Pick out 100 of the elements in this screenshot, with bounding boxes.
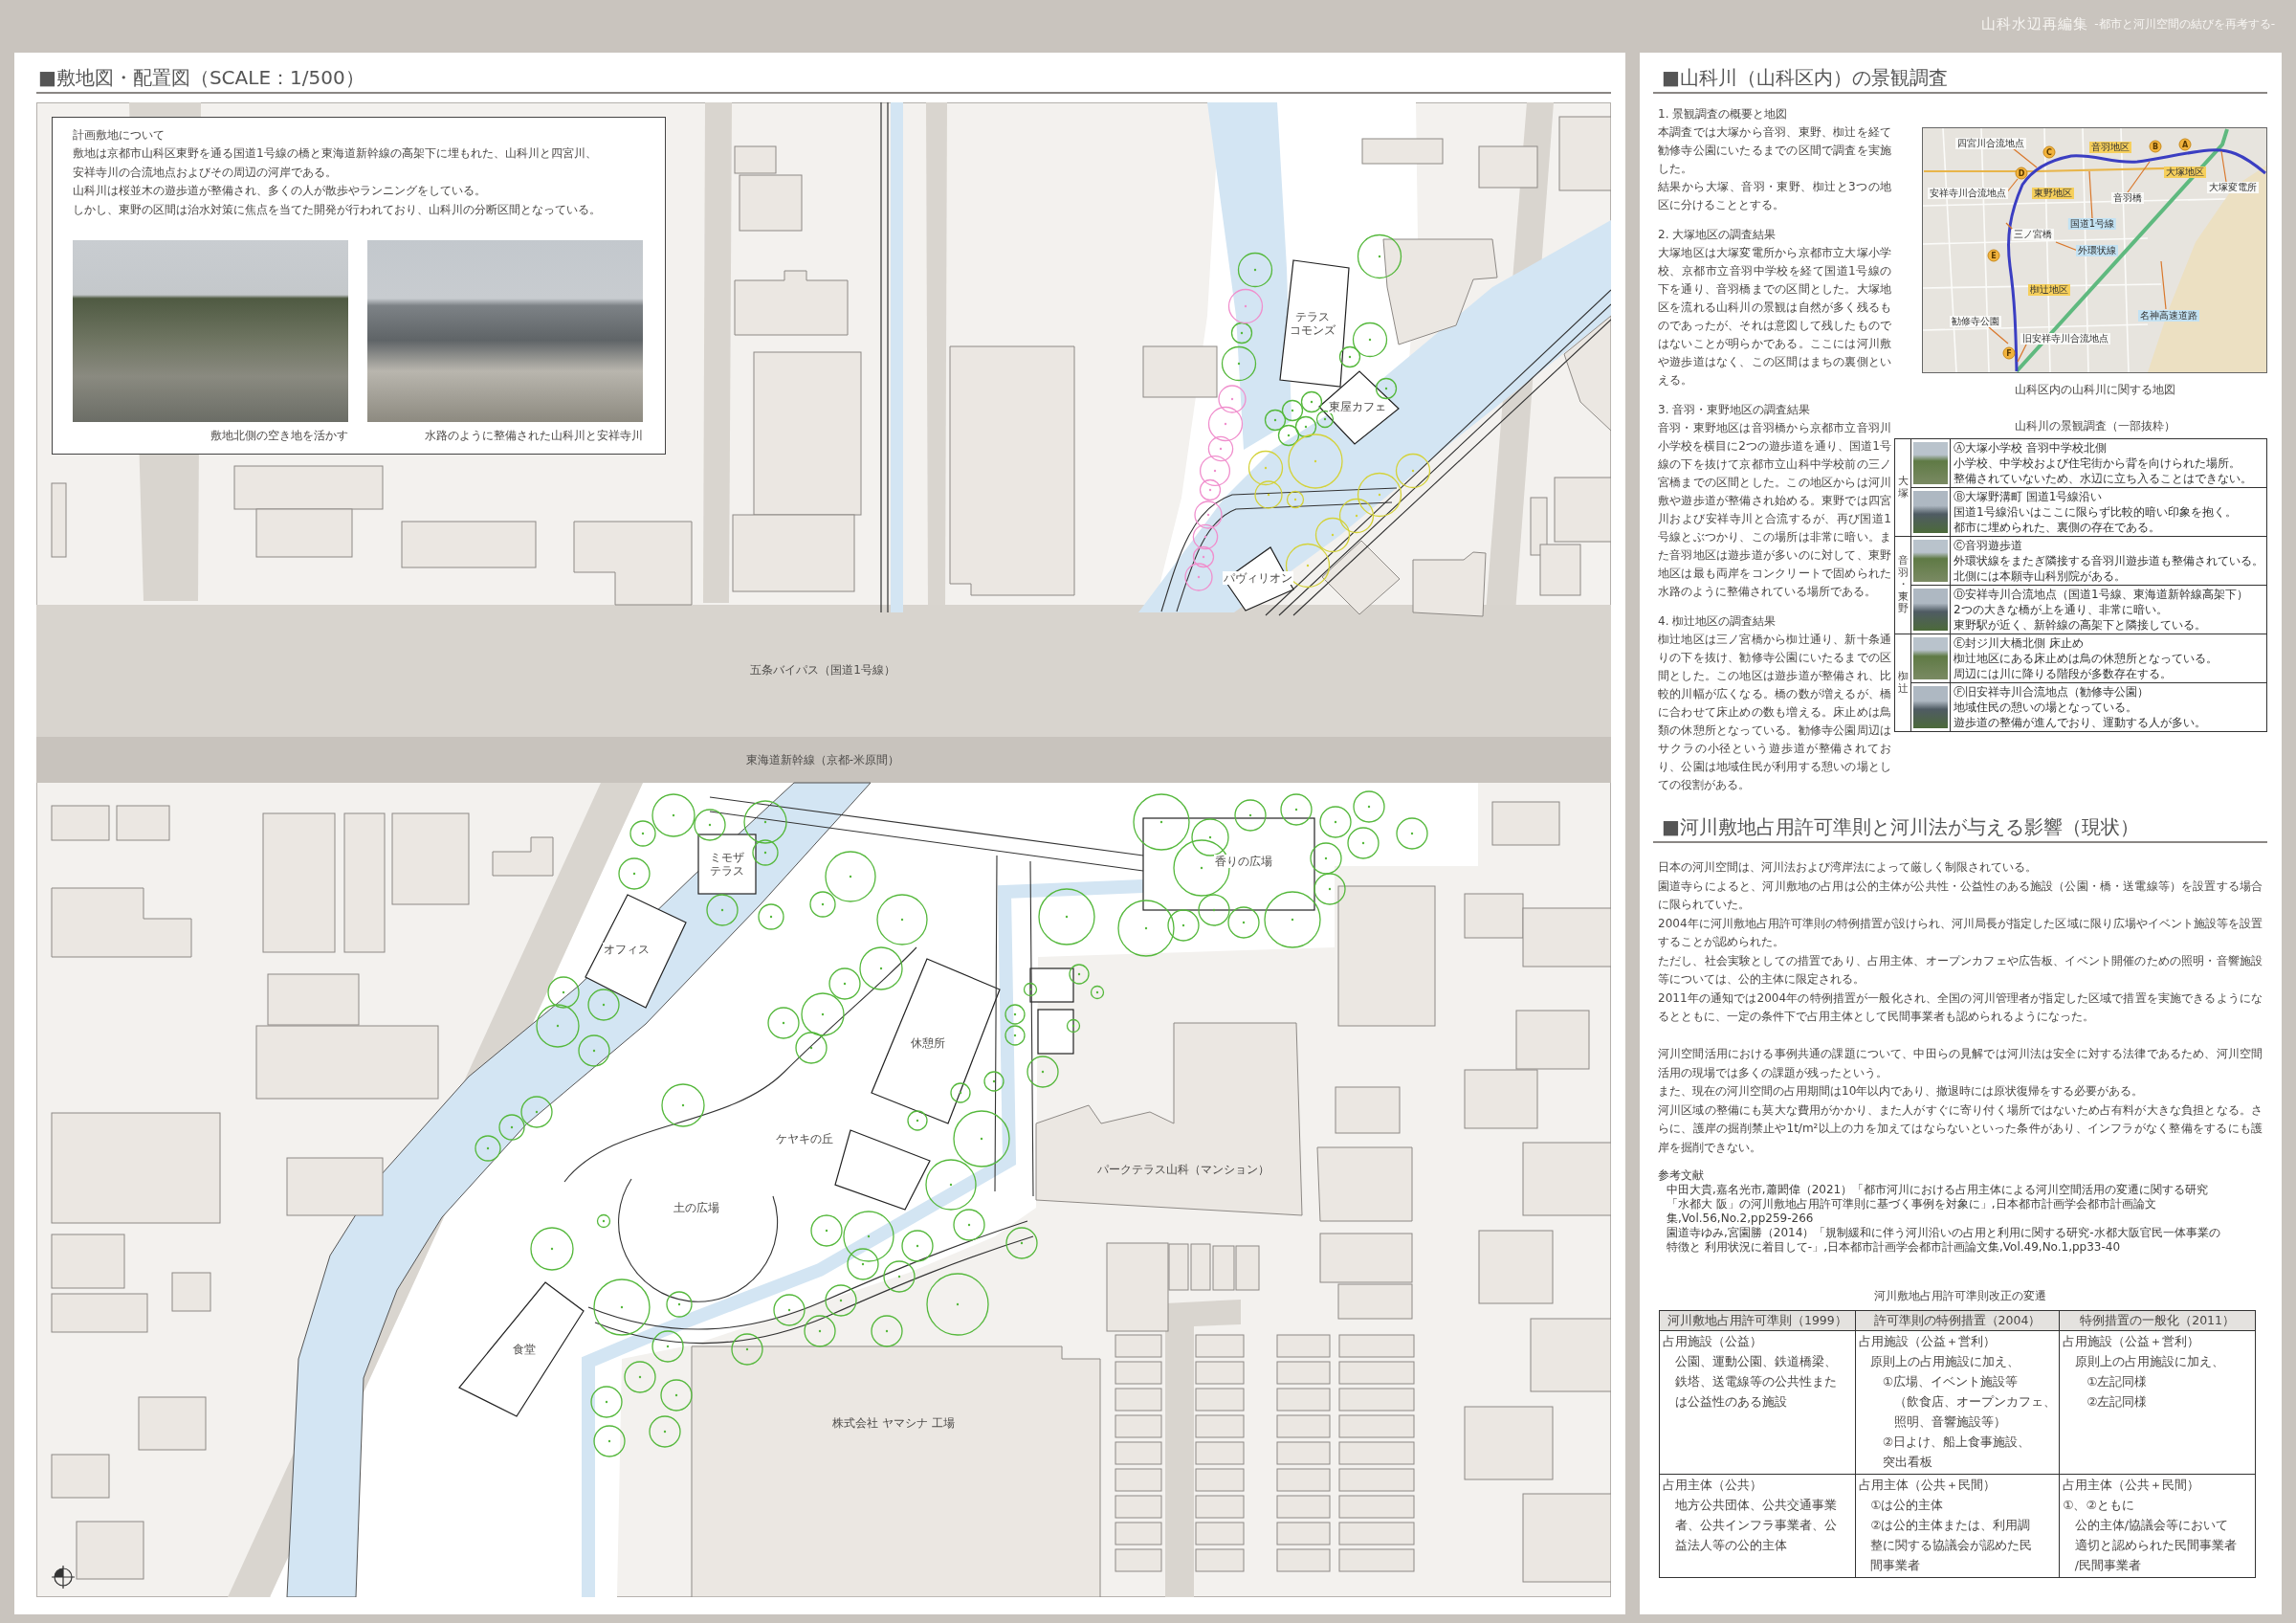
leader-line xyxy=(2017,342,2028,363)
map-label: 椥辻地区 xyxy=(2028,284,2070,296)
body-paragraph: 椥辻地区は三ノ宮橋から椥辻通り、新十条通りの下を抜け、勧修寺公園にいたるまでの区間とした。この地区は遊歩道が整備され、比較的川幅が広くなる。橋の数が増えるが、橋に合わせて床止めの数も増える。床止めは鳥類の休憩所となっている。勧修寺公園周辺はサクラの小径という遊歩道が整備されており、公園は地域住民が利用する憩いの場としての役割がある。 xyxy=(1658,632,1891,793)
map-label: ミモザ テラス xyxy=(709,851,745,878)
body-paragraph: 2011年の通知では2004年の特例措置が一般化され、全国の河川管理者が指定した区域で措置を実施できるようになるとともに、一定の条件下で占用主体として民間事業者も認められるようになった。 xyxy=(1658,989,2263,1025)
tree-icon xyxy=(1281,399,1304,422)
tree-icon xyxy=(1338,498,1375,534)
tree-icon xyxy=(1314,517,1351,553)
building-footprint xyxy=(171,1272,211,1312)
map-label: 名神高速道路 xyxy=(2138,310,2199,322)
row-description: 外環状線をまたぎ隣接する音羽川遊歩道も整備されている。 xyxy=(1954,553,2263,568)
building-footprint xyxy=(1115,1441,1162,1465)
building-footprint xyxy=(51,1454,110,1499)
photo-caption: 敷地北側の空き地を活かす xyxy=(210,428,348,443)
body-paragraph: 河川区域の整備にも莫大な費用がかかり、また人がすぐに寄り付く場所ではないため占有料が大きな負担となる。さらに、護岸の掘削禁止や1t/m²以上の力を加えてはならないといった条件があり、インフラがなく整備をするにも護岸を掘削できない。 xyxy=(1658,1101,2263,1156)
tree-icon xyxy=(475,1135,501,1162)
info-paragraph: 山科川は桜並木の遊歩道が整備され、多くの人が散歩やランニングをしている。 xyxy=(73,183,487,199)
map-label: 土の広場 xyxy=(673,1201,719,1214)
column-header: 河川敷地占用許可準則（1999） xyxy=(1659,1310,1856,1331)
tree-icon xyxy=(1004,1025,1026,1046)
tree-icon xyxy=(1237,252,1273,288)
tree-icon xyxy=(530,1227,574,1271)
cell-heading: 占用施設（公益＋営利） xyxy=(2063,1333,2201,1350)
row-description: 遊歩道の整備が進んでおり、運動する人が多い。 xyxy=(1954,715,2207,730)
leader-line xyxy=(2088,170,2093,219)
building-footprint xyxy=(76,1521,144,1580)
building-footprint xyxy=(1115,1334,1162,1358)
tree-icon xyxy=(1023,982,1038,997)
building-footprint xyxy=(1276,1522,1331,1545)
cell-item: ①広場、イベント施設等 xyxy=(1881,1373,2019,1390)
row-description: 椥辻地区にある床止めは鳥の休憩所となっている。 xyxy=(1954,651,2219,666)
figure-caption: 山科区内の山科川に関する地図 xyxy=(2013,382,2176,397)
map-label: 三ノ宮橋 xyxy=(2012,229,2054,240)
tree-icon xyxy=(1357,233,1402,279)
tree-icon xyxy=(1004,1004,1026,1025)
reference-item: 園道寺ゆみ,宮園勝（2014）「規制緩和に伴う河川沿いの占用と利用に関する研究-水都大阪官民一体事業の特徴と 利用状況に着目して-」,日本都市計画学会都市計画論文集,Vol.49,No.1,pp33-40 xyxy=(1666,1226,2221,1255)
tree-icon xyxy=(618,857,651,890)
leader-line xyxy=(2055,241,2079,252)
map-label: オフィス xyxy=(603,943,651,956)
body-paragraph: 河川空間活用における事例共通の課題について、中田らの見解では河川法は安全に対する法律であるため、河川空間活用の現場では多くの課題が残ったという。 xyxy=(1658,1046,2263,1081)
group-label: 椥辻 xyxy=(1897,670,1909,696)
building-footprint xyxy=(1276,1334,1331,1358)
tree-icon xyxy=(1396,817,1428,850)
tree-icon xyxy=(871,1315,903,1347)
group-label: 音羽・東野 xyxy=(1897,554,1909,616)
building-footprint xyxy=(1115,1361,1162,1385)
cell-item: ①は公的主体 xyxy=(1869,1497,1945,1514)
section-heading: ■山科川（山科区内）の景観調査 xyxy=(1653,53,2267,94)
building-footprint xyxy=(1195,1388,1245,1412)
compass-icon xyxy=(51,1565,76,1590)
map-label: 旧安祥寺川合流地点 xyxy=(2020,333,2110,345)
tree-icon xyxy=(1395,453,1431,489)
building-footprint xyxy=(1276,1548,1331,1572)
map-label: テラス コモンズ xyxy=(1289,310,1336,337)
tree-icon xyxy=(1247,450,1284,486)
row-description: 2つの大きな橋が上を通り、非常に暗い。 xyxy=(1954,602,2169,617)
building-footprint xyxy=(492,836,554,877)
tree-icon xyxy=(1069,964,1090,985)
building-footprint xyxy=(1195,1414,1245,1438)
cell-item: 原則上の占用施設に加え、 xyxy=(1869,1353,2021,1370)
building-footprint xyxy=(1029,967,1074,1003)
row-description: 都市に埋められた、裏側の存在である。 xyxy=(1954,520,2161,535)
tree-icon xyxy=(758,903,784,930)
info-paragraph: しかし、東野の区間は治水対策に焦点を当てた開発が行われており、山科川の分断区間となっている。 xyxy=(73,201,602,218)
row-description: 小学校、中学校および住宅街から背を向けられた場所。 xyxy=(1954,456,2241,471)
building-footprint xyxy=(1190,1243,1211,1291)
cell-heading: 占用主体（公共） xyxy=(1663,1477,1763,1494)
map-label: 食堂 xyxy=(512,1343,537,1356)
cell-heading: 占用主体（公共＋民間） xyxy=(1858,1477,1997,1494)
tree-icon xyxy=(590,1386,623,1418)
row-title: Ⓐ大塚小学校 音羽中学校北側 xyxy=(1954,440,2108,456)
tree-icon xyxy=(795,1032,828,1064)
leader-line xyxy=(2012,147,2038,168)
column-header: 特例措置の一般化（2011） xyxy=(2059,1310,2256,1331)
building-footprint xyxy=(1195,1548,1245,1572)
tree-icon xyxy=(1375,377,1398,400)
tree-icon xyxy=(593,1425,626,1457)
tree-icon xyxy=(801,992,845,1036)
map-label: 東野地区 xyxy=(2032,188,2074,199)
photo-placeholder xyxy=(1913,540,1948,582)
info-title: 計画敷地について xyxy=(73,127,166,144)
tree-icon xyxy=(1357,472,1402,518)
tree-icon xyxy=(828,967,861,1000)
tree-icon xyxy=(1207,406,1244,442)
tree-icon xyxy=(950,1082,971,1103)
leader-line xyxy=(2220,150,2227,183)
photo-caption: 水路のように整備された山科川と安祥寺川 xyxy=(425,428,643,443)
building-footprint xyxy=(116,805,170,841)
tree-icon xyxy=(660,1379,693,1412)
tree-icon xyxy=(1005,1227,1038,1259)
tree-icon xyxy=(907,1110,928,1131)
body-paragraph: 音羽・東野地区は音羽橋から京都市立音羽川小学校を横目に2つの遊歩道を通り、国道1号線の下を抜けて京都市立山科中学校前の三ノ宮橋までの区間とした。この地区からは河川敷や遊歩道が整備され始める。東野では四宮川および安祥寺川と合流するが、再び国道1号線とぶつかり、この場所は非常に暗い。また音羽地区は遊歩道が多いのに対して、東野地区は最も両岸をコンクリートで固められた水路のように整備されている場所である。 xyxy=(1658,420,1891,600)
tree-icon xyxy=(767,1007,800,1039)
building-footprint xyxy=(138,1396,207,1451)
tree-icon xyxy=(859,946,903,990)
tree-icon xyxy=(596,1213,611,1229)
tree-icon xyxy=(1192,523,1219,550)
tree-icon xyxy=(1319,806,1352,838)
tree-icon xyxy=(804,1315,836,1347)
tree-icon xyxy=(1227,906,1260,939)
